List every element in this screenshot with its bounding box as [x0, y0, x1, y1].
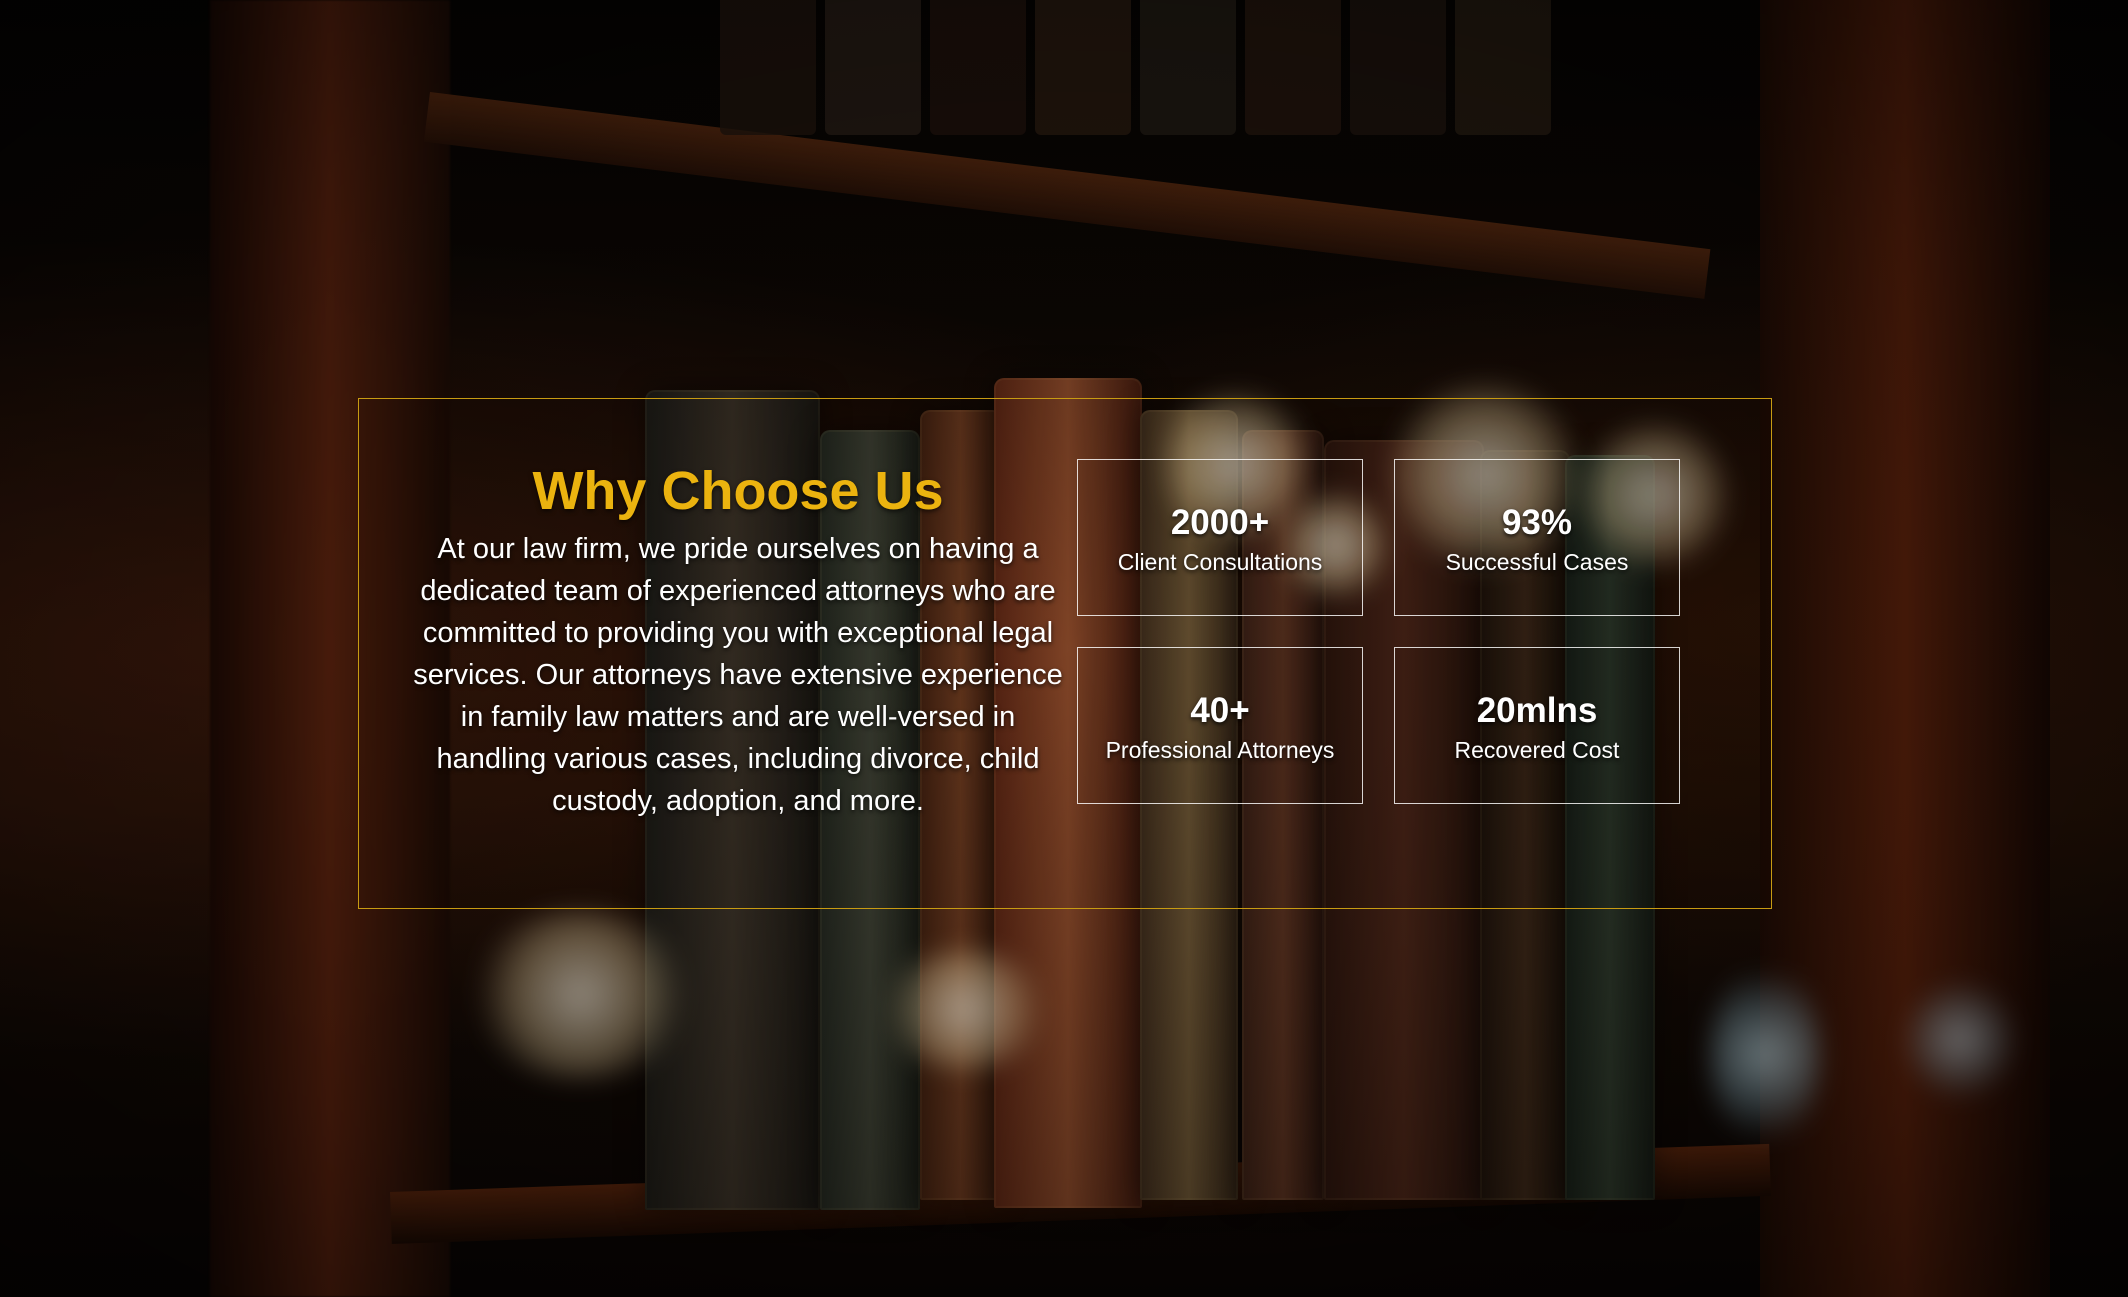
stat-value: 2000+ [1170, 503, 1270, 542]
stat-value: 40+ [1190, 691, 1250, 730]
stat-card-client-consultations: 2000+ Client Consultations [1077, 459, 1363, 616]
stat-card-recovered-cost: 20mlns Recovered Cost [1394, 647, 1680, 804]
stat-label: Successful Cases [1445, 549, 1629, 575]
section-title: Why Choose Us [532, 461, 944, 521]
why-choose-us-hero: Why Choose Us At our law firm, we pride … [0, 0, 2128, 1297]
stat-value: 20mlns [1476, 691, 1598, 730]
stat-card-successful-cases: 93% Successful Cases [1394, 459, 1680, 616]
stat-label: Client Consultations [1117, 549, 1323, 575]
stat-value: 93% [1501, 503, 1573, 542]
intro-copy: Why Choose Us At our law firm, we pride … [408, 458, 1068, 822]
section-description: At our law firm, we pride ourselves on h… [413, 533, 1063, 817]
stat-card-professional-attorneys: 40+ Professional Attorneys [1077, 647, 1363, 804]
stat-label: Recovered Cost [1454, 737, 1620, 763]
stat-label: Professional Attorneys [1105, 737, 1335, 763]
